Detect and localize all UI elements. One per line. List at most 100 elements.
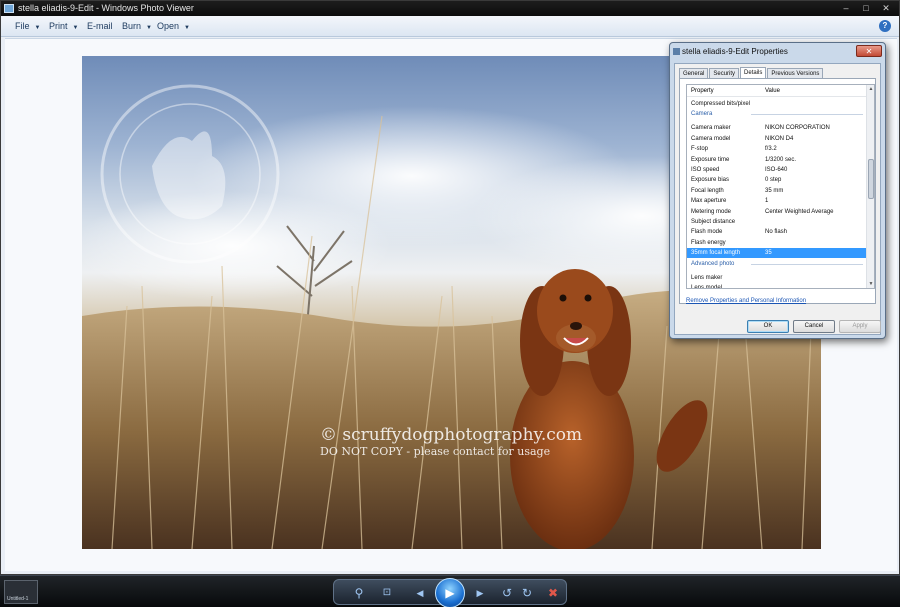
property-name: Metering mode bbox=[691, 208, 732, 215]
photo-viewer-app-icon bbox=[4, 4, 14, 13]
property-name: Exposure bias bbox=[691, 177, 730, 184]
property-group-heading: Camera bbox=[687, 109, 867, 119]
property-value: Center Weighted Average bbox=[765, 208, 834, 215]
cancel-button[interactable]: Cancel bbox=[793, 320, 835, 333]
ok-button[interactable]: OK bbox=[747, 320, 789, 333]
chevron-down-icon: ▼ bbox=[146, 25, 152, 31]
playback-controls: ⚲ ⊡ ◀ ▶ ▶ ↺ ↻ ✖ bbox=[333, 578, 567, 607]
property-row[interactable]: Max aperture 1 bbox=[687, 196, 867, 206]
property-name: Compressed bits/pixel bbox=[691, 101, 751, 107]
window-title: stella eliadis-9-Edit - Windows Photo Vi… bbox=[18, 3, 194, 13]
property-row[interactable]: 35mm focal length 35 bbox=[687, 248, 867, 259]
property-row[interactable]: Subject distance bbox=[687, 217, 867, 227]
taskbar-thumbnail-label: Untitled-1 bbox=[7, 596, 29, 602]
menu-email-label: E-mail bbox=[87, 21, 113, 31]
rotate-right-icon[interactable]: ↻ bbox=[520, 584, 534, 602]
property-row[interactable]: F-stop f/3.2 bbox=[687, 144, 867, 154]
property-name: Max aperture bbox=[691, 198, 727, 205]
minimize-icon[interactable]: – bbox=[839, 2, 853, 14]
group-divider bbox=[751, 263, 863, 265]
property-name: ISO speed bbox=[691, 167, 720, 173]
properties-dialog: stella eliadis-9-Edit Properties ✕ Gener… bbox=[669, 42, 886, 339]
dialog-title: stella eliadis-9-Edit Properties bbox=[682, 47, 788, 56]
group-label: Camera bbox=[691, 111, 713, 118]
property-row[interactable]: ISO speed ISO-640 bbox=[687, 165, 867, 175]
menu-file[interactable]: File ▼ bbox=[15, 16, 40, 37]
file-icon bbox=[673, 48, 680, 55]
apply-button[interactable]: Apply bbox=[839, 320, 881, 333]
details-panel: Property Value Compressed bits/pixel Came… bbox=[679, 78, 876, 304]
property-row[interactable]: Compressed bits/pixel bbox=[687, 99, 867, 109]
group-divider bbox=[751, 114, 863, 116]
property-name: Exposure time bbox=[691, 156, 730, 163]
property-value: ISO-640 bbox=[765, 167, 788, 173]
property-row[interactable]: Focal length 35 mm bbox=[687, 186, 867, 196]
taskbar-thumbnail[interactable]: Untitled-1 bbox=[4, 580, 38, 604]
property-name: Flash energy bbox=[691, 239, 726, 246]
desktop-screen: stella eliadis-9-Edit - Windows Photo Vi… bbox=[0, 0, 900, 607]
next-icon[interactable]: ▶ bbox=[472, 584, 488, 602]
property-row[interactable]: Camera maker NIKON CORPORATION bbox=[687, 123, 867, 133]
menu-open[interactable]: Open ▼ bbox=[157, 16, 190, 37]
property-name: Lens maker bbox=[691, 274, 723, 281]
delete-icon[interactable]: ✖ bbox=[546, 584, 560, 602]
menu-print[interactable]: Print ▼ bbox=[49, 16, 78, 37]
property-value: 1/3200 sec. bbox=[765, 156, 797, 163]
menu-file-label: File bbox=[15, 21, 30, 31]
menu-open-label: Open bbox=[157, 21, 180, 31]
close-icon[interactable]: ✕ bbox=[879, 2, 893, 14]
property-value: 1 bbox=[765, 198, 769, 205]
menu-email[interactable]: E-mail bbox=[87, 16, 113, 37]
chevron-down-icon: ▼ bbox=[72, 25, 79, 31]
title-bar[interactable]: stella eliadis-9-Edit - Windows Photo Vi… bbox=[1, 1, 899, 16]
scroll-thumb[interactable] bbox=[868, 159, 874, 199]
property-value: NIKON CORPORATION bbox=[765, 125, 830, 132]
property-row[interactable]: Camera model NIKON D4 bbox=[687, 134, 867, 144]
scroll-down-icon[interactable]: ▼ bbox=[867, 280, 874, 288]
slideshow-icon[interactable]: ▶ bbox=[435, 578, 465, 607]
previous-icon[interactable]: ◀ bbox=[412, 584, 428, 602]
menu-burn-label: Burn bbox=[122, 21, 142, 31]
zoom-icon[interactable]: ⚲ bbox=[348, 584, 370, 602]
property-name: F-stop bbox=[691, 146, 709, 153]
group-label: Advanced photo bbox=[691, 260, 735, 267]
property-name: Lens model bbox=[691, 285, 723, 289]
property-row[interactable]: Lens maker bbox=[687, 273, 867, 283]
menu-bar: File ▼ Print ▼ E-mail Burn ▼ Open ▼ ? bbox=[1, 16, 899, 37]
property-row[interactable]: Flash mode No flash bbox=[687, 227, 867, 237]
dialog-close-button[interactable]: ✕ bbox=[856, 45, 882, 57]
property-row[interactable]: Exposure bias 0 step bbox=[687, 175, 867, 185]
property-value: 0 step bbox=[765, 177, 782, 184]
property-list[interactable]: Property Value Compressed bits/pixel Came… bbox=[686, 84, 875, 289]
property-row[interactable]: Lens model bbox=[687, 283, 867, 289]
dialog-title-bar[interactable]: stella eliadis-9-Edit Properties bbox=[670, 43, 885, 61]
taskbar: Untitled-1 ⚲ ⊡ ◀ ▶ ▶ ↺ ↻ ✖ bbox=[0, 575, 900, 607]
property-value: No flash bbox=[765, 229, 788, 236]
property-value: f/3.2 bbox=[765, 146, 777, 153]
scroll-up-icon[interactable]: ▲ bbox=[867, 85, 874, 93]
chevron-down-icon: ▼ bbox=[184, 25, 190, 31]
column-header-value[interactable]: Value bbox=[765, 85, 780, 97]
property-row[interactable]: Metering mode Center Weighted Average bbox=[687, 207, 867, 217]
property-name: Camera maker bbox=[691, 125, 731, 132]
property-name: Flash mode bbox=[691, 229, 723, 236]
property-value: 35 bbox=[765, 250, 772, 257]
property-group-heading: Advanced photo bbox=[687, 259, 867, 269]
menu-print-label: Print bbox=[49, 21, 68, 31]
property-name: Focal length bbox=[691, 187, 724, 194]
property-value: 35 mm bbox=[765, 187, 784, 194]
property-list-header: Property Value bbox=[687, 85, 867, 97]
property-row[interactable]: Exposure time 1/3200 sec. bbox=[687, 155, 867, 165]
actual-size-icon[interactable]: ⊡ bbox=[380, 584, 394, 602]
do-not-copy-watermark: DO NOT COPY - please contact for usage bbox=[320, 445, 551, 458]
rotate-left-icon[interactable]: ↺ bbox=[500, 584, 514, 602]
column-header-property[interactable]: Property bbox=[691, 85, 714, 97]
property-row[interactable]: Flash energy bbox=[687, 238, 867, 248]
scrollbar[interactable]: ▲ ▼ bbox=[866, 85, 874, 288]
maximize-icon[interactable]: □ bbox=[859, 2, 873, 14]
copyright-watermark: © scruffydogphotography.com bbox=[320, 425, 583, 445]
menu-burn[interactable]: Burn ▼ bbox=[122, 16, 152, 37]
help-icon[interactable]: ? bbox=[879, 20, 891, 32]
property-name: Subject distance bbox=[691, 219, 736, 225]
remove-properties-link[interactable]: Remove Properties and Personal Informati… bbox=[686, 298, 806, 304]
